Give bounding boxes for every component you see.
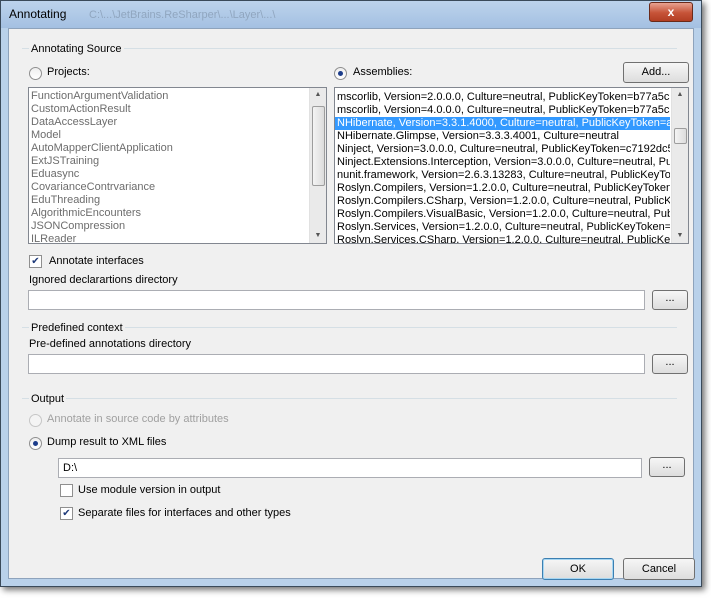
assembly-item[interactable]: Roslyn.Compilers, Version=1.2.0.0, Cultu… — [335, 182, 670, 195]
scroll-down-icon[interactable]: ▼ — [672, 229, 688, 243]
dump-xml-label: Dump result to XML files — [47, 436, 167, 448]
assembly-item[interactable]: Roslyn.Compilers.VisualBasic, Version=1.… — [335, 208, 670, 221]
separate-files-label: Separate files for interfaces and other … — [78, 507, 291, 519]
scroll-down-icon[interactable]: ▼ — [310, 229, 326, 243]
scroll-up-icon[interactable]: ▲ — [310, 88, 326, 102]
project-item[interactable]: EduThreading — [29, 194, 326, 207]
projects-label: Projects: — [47, 66, 90, 78]
module-version-label: Use module version in output — [78, 484, 221, 496]
assembly-item[interactable]: mscorlib, Version=4.0.0.0, Culture=neutr… — [335, 104, 670, 117]
assemblies-list[interactable]: mscorlib, Version=2.0.0.0, Culture=neutr… — [334, 87, 689, 244]
assembly-item[interactable]: Roslyn.Services.CSharp, Version=1.2.0.0,… — [335, 234, 670, 243]
assemblies-radio[interactable] — [334, 67, 347, 80]
assembly-item[interactable]: mscorlib, Version=2.0.0.0, Culture=neutr… — [335, 91, 670, 104]
scroll-thumb[interactable] — [674, 128, 687, 144]
output-group — [22, 398, 677, 399]
assembly-item[interactable]: NHibernate, Version=3.3.1.4000, Culture=… — [335, 117, 670, 130]
annotate-interfaces-label: Annotate interfaces — [49, 255, 144, 267]
predefined-dir-input[interactable] — [28, 354, 645, 374]
output-label: Output — [29, 393, 67, 405]
close-button[interactable]: x — [649, 2, 693, 22]
project-item[interactable]: ExtJSTraining — [29, 155, 326, 168]
assembly-item[interactable]: nunit.framework, Version=2.6.3.13283, Cu… — [335, 169, 670, 182]
ignored-dir-input[interactable] — [28, 290, 645, 310]
assemblies-scrollbar[interactable]: ▲ ▼ — [671, 88, 688, 243]
project-item[interactable]: DataAccessLayer — [29, 116, 326, 129]
project-item[interactable]: FunctionArgumentValidation — [29, 90, 326, 103]
project-item[interactable]: JSONCompression — [29, 220, 326, 233]
project-item[interactable]: CustomActionResult — [29, 103, 326, 116]
assembly-item[interactable]: NHibernate.Glimpse, Version=3.3.3.4001, … — [335, 130, 670, 143]
predefined-dir-browse-button[interactable]: ... — [652, 354, 688, 374]
annotate-source-radio[interactable] — [29, 414, 42, 427]
assembly-item[interactable]: Roslyn.Compilers.CSharp, Version=1.2.0.0… — [335, 195, 670, 208]
assembly-item[interactable]: Ninject, Version=3.0.0.0, Culture=neutra… — [335, 143, 670, 156]
predefined-dir-label: Pre-defined annotations directory — [29, 338, 192, 350]
project-item[interactable]: CovarianceContrvariance — [29, 181, 326, 194]
scroll-thumb[interactable] — [312, 106, 325, 186]
window-title-path: C:\...\JetBrains.ReSharper\...\Layer\...… — [89, 9, 276, 21]
ignored-dir-label: Ignored declarartions directory — [29, 274, 178, 286]
output-path-input[interactable]: D:\ — [58, 458, 642, 478]
dump-xml-radio[interactable] — [29, 437, 42, 450]
projects-list[interactable]: FunctionArgumentValidation CustomActionRe… — [28, 87, 327, 244]
separate-files-checkbox[interactable]: ✔ — [60, 507, 73, 520]
project-item[interactable]: Model — [29, 129, 326, 142]
ignored-dir-browse-button[interactable]: ... — [652, 290, 688, 310]
output-path-browse-button[interactable]: ... — [649, 457, 685, 477]
projects-scrollbar[interactable]: ▲ ▼ — [309, 88, 326, 243]
predefined-context-label: Predefined context — [29, 322, 125, 334]
project-item[interactable]: ILReader — [29, 233, 326, 243]
window-title: Annotating — [9, 7, 67, 21]
project-item[interactable]: AutoMapperClientApplication — [29, 142, 326, 155]
close-icon: x — [667, 5, 675, 19]
project-item[interactable]: Eduasync — [29, 168, 326, 181]
dialog-body: Annotating Source Projects: Assemblies: … — [8, 28, 695, 580]
annotating-source-label: Annotating Source — [29, 43, 124, 55]
scroll-up-icon[interactable]: ▲ — [672, 88, 688, 102]
add-button[interactable]: Add... — [623, 62, 689, 83]
annotate-interfaces-checkbox[interactable]: ✔ — [29, 255, 42, 268]
annotating-dialog: Annotating C:\...\JetBrains.ReSharper\..… — [0, 0, 702, 587]
cancel-button[interactable]: Cancel — [623, 558, 695, 580]
title-bar[interactable]: Annotating C:\...\JetBrains.ReSharper\..… — [1, 1, 701, 28]
module-version-checkbox[interactable] — [60, 484, 73, 497]
assembly-item[interactable]: Ninject.Extensions.Interception, Version… — [335, 156, 670, 169]
project-item[interactable]: AlgorithmicEncounters — [29, 207, 326, 220]
ok-button[interactable]: OK — [542, 558, 614, 580]
annotate-source-label: Annotate in source code by attributes — [47, 413, 229, 425]
projects-radio[interactable] — [29, 67, 42, 80]
assemblies-label: Assemblies: — [353, 66, 413, 78]
assembly-item[interactable]: Roslyn.Services, Version=1.2.0.0, Cultur… — [335, 221, 670, 234]
